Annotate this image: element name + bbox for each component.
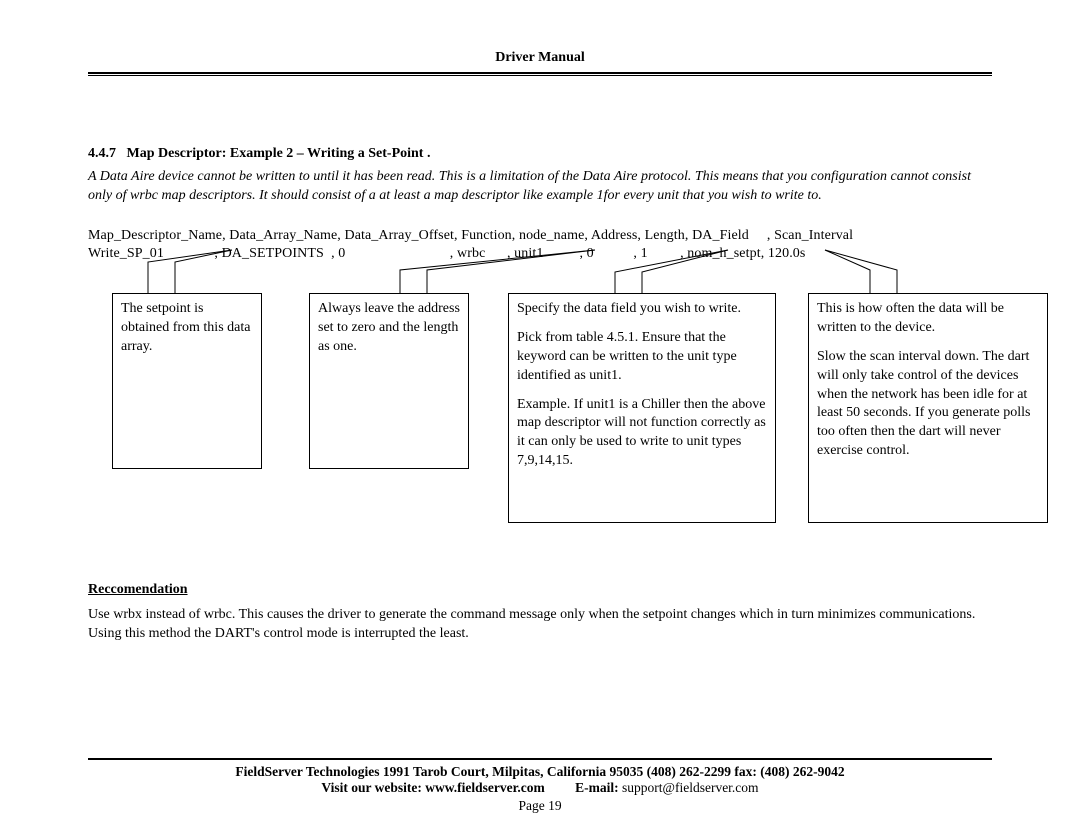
footer-page-line: Page 19: [88, 798, 992, 814]
footer-email-label: E-mail:: [575, 780, 619, 795]
callout-text-p2: Slow the scan interval down. The dart wi…: [817, 348, 1039, 461]
footer-contact-line: Visit our website: www.fieldserver.com E…: [88, 780, 992, 796]
footer-page-label: Page: [518, 798, 544, 813]
callout-text-p1: Specify the data field you wish to write…: [517, 300, 767, 319]
table-value-text: Write_SP_01 , DA_SETPOINTS , 0 , wrbc , …: [88, 246, 805, 261]
callout-data-field: Specify the data field you wish to write…: [508, 293, 776, 523]
section-title: Map Descriptor: Example 2 – Writing a Se…: [127, 146, 431, 161]
footer-rule: [88, 758, 992, 760]
callout-text: The setpoint is obtained from this data …: [121, 301, 250, 354]
recommendation-heading: Reccomendation: [88, 582, 992, 598]
footer-website: www.fieldserver.com: [425, 780, 544, 795]
footer-page-number: 19: [548, 798, 562, 813]
footer-visit-label: Visit our website:: [321, 780, 425, 795]
callout-text-p3: Example. If unit1 is a Chiller then the …: [517, 396, 767, 472]
section-intro: A Data Aire device cannot be written to …: [88, 168, 992, 206]
recommendation-body: Use wrbx instead of wrbc. This causes th…: [88, 606, 992, 644]
section-number: 4.4.7: [88, 146, 116, 161]
footer-email: support@fieldserver.com: [622, 780, 759, 795]
header-rule-thin: [88, 75, 992, 76]
table-header-line: Map_Descriptor_Name, Data_Array_Name, Da…: [88, 228, 992, 244]
callout-scan-interval: This is how often the data will be writt…: [808, 293, 1048, 523]
callout-text: Always leave the address set to zero and…: [318, 301, 460, 354]
footer-company-line: FieldServer Technologies 1991 Tarob Cour…: [88, 764, 992, 780]
table-value-line: Write_SP_01 , DA_SETPOINTS , 0 , wrbc , …: [88, 246, 992, 262]
callout-text-p2: Pick from table 4.5.1. Ensure that the k…: [517, 329, 767, 386]
callout-address-length: Always leave the address set to zero and…: [309, 293, 469, 469]
page-footer: FieldServer Technologies 1991 Tarob Cour…: [88, 758, 992, 814]
doc-header-title: Driver Manual: [88, 50, 992, 66]
header-rule-thick: [88, 72, 992, 74]
callout-text-p1: This is how often the data will be writt…: [817, 300, 1039, 338]
callout-setpoint-source: The setpoint is obtained from this data …: [112, 293, 262, 469]
section-heading: 4.4.7 Map Descriptor: Example 2 – Writin…: [88, 146, 992, 162]
